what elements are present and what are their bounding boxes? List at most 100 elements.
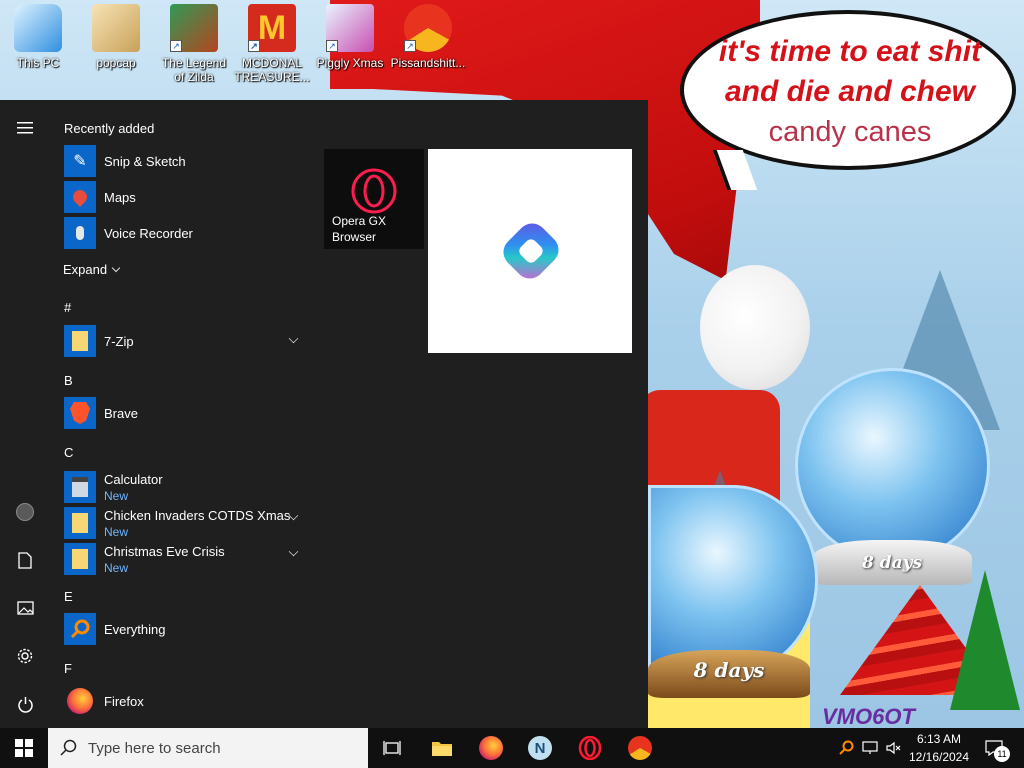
pictures-icon [16, 601, 34, 615]
taskbar-file-explorer[interactable] [418, 728, 466, 768]
game-icon: ↗ [170, 4, 218, 52]
taskbar-search[interactable] [48, 728, 368, 768]
folder-icon [64, 543, 96, 575]
firefox-icon [479, 736, 503, 760]
christmas-tree-graphic [950, 570, 1020, 710]
app-calculator[interactable]: Calculator New [50, 467, 310, 507]
task-view-button[interactable] [368, 728, 416, 768]
desktop-icon-label: Piggly Xmas [316, 56, 384, 70]
app-label: Chicken Invaders COTDS Xmas [104, 507, 291, 523]
desktop-icon-this-pc[interactable]: This PC [0, 4, 76, 70]
app-voice-recorder[interactable]: Voice Recorder [50, 215, 310, 251]
power-button[interactable] [0, 684, 50, 724]
app-chicken-invaders[interactable]: Chicken Invaders COTDS Xmas New [50, 503, 310, 543]
maps-icon [64, 181, 96, 213]
expand-button[interactable]: Expand [63, 262, 121, 277]
snow-globe-graphic [648, 485, 818, 675]
app-text-block: Chicken Invaders COTDS Xmas New [104, 508, 290, 539]
pictures-button[interactable] [0, 588, 50, 628]
snow-globe-graphic [795, 368, 990, 563]
desktop-icon-mcdonal-treasure[interactable]: M ↗ MCDONAL TREASURE... [234, 4, 310, 84]
chrome-like-icon: ↗ [404, 4, 452, 52]
app-snip-sketch[interactable]: ✎ Snip & Sketch [50, 143, 310, 179]
folder-icon [64, 325, 96, 357]
watermark-text: VMO6OT [822, 704, 915, 728]
power-icon [17, 696, 33, 713]
desktop-icon-popcap[interactable]: popcap [78, 4, 154, 70]
countdown-label: 8 days [693, 658, 765, 682]
user-account-button[interactable] [0, 492, 50, 532]
chrome-like-icon [628, 736, 652, 760]
taskbar-opera[interactable] [566, 728, 614, 768]
taskbar-app-n[interactable]: N [516, 728, 564, 768]
countdown-label: 8 days [861, 553, 923, 573]
network-icon [862, 741, 878, 754]
folder-icon [92, 4, 140, 52]
shortcut-arrow-icon: ↗ [326, 40, 338, 52]
new-badge: New [104, 524, 129, 539]
new-badge: New [104, 560, 129, 575]
tile-opera-gx[interactable]: Opera GX Browser [324, 149, 424, 249]
desktop-icon-label: Pissandshitt... [390, 56, 466, 70]
app-firefox[interactable]: Firefox [50, 683, 310, 719]
chevron-down-icon[interactable] [288, 333, 299, 344]
file-explorer-icon [432, 742, 452, 756]
search-magnifier-icon [839, 740, 854, 755]
taskbar: N 6:13 AM 12/16/2024 11 [0, 728, 1024, 768]
app-label: Firefox [104, 693, 144, 709]
desktop-icon-piggly-xmas[interactable]: ↗ Piggly Xmas [312, 4, 388, 70]
hamburger-menu-button[interactable] [0, 108, 50, 148]
expand-label: Expand [63, 262, 108, 277]
app-7zip[interactable]: 7-Zip [50, 323, 310, 359]
speech-line-2: and die and chew [724, 75, 976, 108]
start-rail [0, 100, 50, 728]
app-label: Brave [104, 405, 138, 421]
desktop-icon-pissandshitt[interactable]: ↗ Pissandshitt... [390, 4, 466, 70]
microphone-icon [64, 217, 96, 249]
chevron-down-icon[interactable] [288, 546, 299, 557]
tray-everything[interactable] [834, 728, 858, 768]
search-icon [60, 739, 77, 756]
app-label: Voice Recorder [104, 225, 193, 241]
settings-button[interactable] [0, 636, 50, 676]
section-letter-e[interactable]: E [64, 589, 73, 604]
desktop-icon-label: popcap [96, 56, 136, 70]
speech-line-1: it's time to eat shit [718, 35, 982, 68]
app-label: 7-Zip [104, 333, 134, 349]
app-brave[interactable]: Brave [50, 395, 310, 431]
tray-network[interactable] [858, 728, 882, 768]
documents-button[interactable] [0, 540, 50, 580]
document-icon [18, 551, 32, 569]
section-letter-f[interactable]: F [64, 661, 72, 676]
app-maps[interactable]: Maps [50, 179, 310, 215]
mcdonalds-icon: M ↗ [248, 4, 296, 52]
avatar [16, 503, 34, 521]
calculator-icon [64, 471, 96, 503]
taskbar-chrome-like[interactable] [616, 728, 664, 768]
app-everything[interactable]: Everything [50, 611, 310, 647]
action-center-button[interactable]: 11 [980, 728, 1010, 768]
desktop-icon-legend-of-zilda[interactable]: ↗ The Legend of Zilda [156, 4, 232, 84]
tile-copilot[interactable] [428, 149, 632, 353]
section-letter-c[interactable]: C [64, 445, 73, 460]
desktop-icon-label: MCDONAL TREASURE... [234, 56, 310, 84]
tray-clock[interactable]: 6:13 AM 12/16/2024 [906, 728, 972, 768]
section-letter-b[interactable]: B [64, 373, 73, 388]
folder-icon [64, 507, 96, 539]
opera-gx-icon [351, 168, 397, 214]
tile-label: Opera GX Browser [332, 214, 387, 244]
notification-count-badge: 11 [994, 746, 1010, 762]
shortcut-arrow-icon: ↗ [170, 40, 182, 52]
new-badge: New [104, 488, 129, 503]
section-letter-hash[interactable]: # [64, 300, 71, 315]
gear-icon [17, 648, 33, 664]
app-christmas-eve-crisis[interactable]: Christmas Eve Crisis New [50, 539, 310, 579]
speech-bubble-text: it's time to eat shit and die and chew c… [700, 32, 1000, 152]
tray-volume[interactable] [882, 728, 906, 768]
hat-pompom-graphic [700, 265, 810, 390]
search-input[interactable] [88, 739, 348, 757]
volume-muted-icon [886, 741, 901, 755]
taskbar-firefox[interactable] [467, 728, 515, 768]
start-button[interactable] [0, 728, 48, 768]
app-label: Everything [104, 621, 166, 637]
